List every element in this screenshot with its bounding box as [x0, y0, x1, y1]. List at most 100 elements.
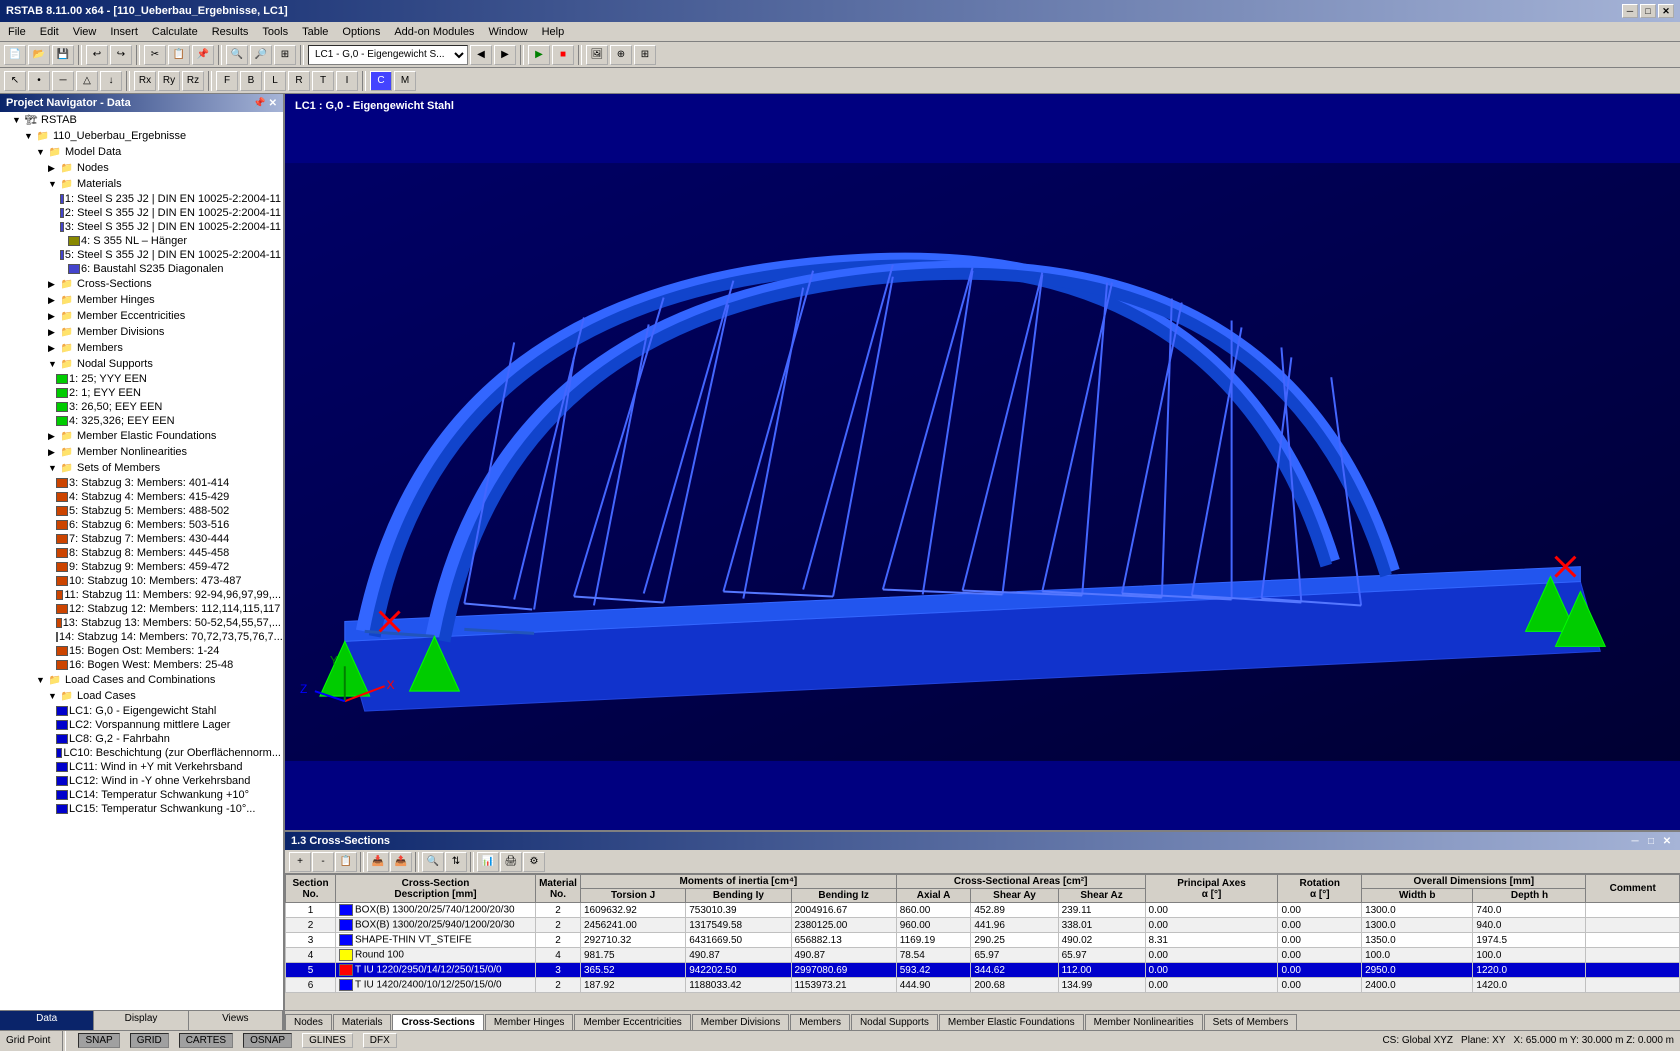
nav-tab-views[interactable]: Views: [189, 1011, 283, 1030]
menu-help[interactable]: Help: [536, 24, 571, 40]
menu-insert[interactable]: Insert: [104, 24, 144, 40]
tb2-back[interactable]: B: [240, 71, 262, 91]
tb2-left[interactable]: L: [264, 71, 286, 91]
tree-set-8[interactable]: 8: Stabzug 8: Members: 445-458: [0, 546, 283, 560]
tree-ns-4[interactable]: 4: 325,326; EEY EEN: [0, 414, 283, 428]
tb2-display-mode[interactable]: M: [394, 71, 416, 91]
tt-export[interactable]: 📤: [390, 852, 412, 872]
tb2-iso[interactable]: I: [336, 71, 358, 91]
menu-addon[interactable]: Add-on Modules: [388, 24, 480, 40]
tree-mat-6[interactable]: 6: Baustahl S235 Diagonalen: [0, 262, 283, 276]
tt-import[interactable]: 📥: [367, 852, 389, 872]
tb-save[interactable]: 💾: [52, 45, 74, 65]
tree-ns-2[interactable]: 2: 1; EYY EEN: [0, 386, 283, 400]
tree-set-12[interactable]: 12: Stabzug 12: Members: 112,114,115,117: [0, 602, 283, 616]
tree-lc14[interactable]: LC14: Temperatur Schwankung +10°: [0, 788, 283, 802]
dfx-btn[interactable]: DFX: [363, 1033, 397, 1048]
tb-axes[interactable]: ⊕: [610, 45, 632, 65]
tb-undo[interactable]: ↩: [86, 45, 108, 65]
osnap-btn[interactable]: OSNAP: [243, 1033, 292, 1048]
table-row[interactable]: 1 BOX(B) 1300/20/25/740/1200/20/30 2 160…: [286, 903, 1680, 918]
tb2-rotate-z[interactable]: Rz: [182, 71, 204, 91]
tree-member-divisions[interactable]: ▶ 📁 Member Divisions: [0, 324, 283, 340]
tt-delete-row[interactable]: -: [312, 852, 334, 872]
tb-copy[interactable]: 📋: [168, 45, 190, 65]
tree-load-cases-combinations[interactable]: ▼ 📁 Load Cases and Combinations: [0, 672, 283, 688]
tt-print[interactable]: 🖨: [500, 852, 522, 872]
nav-pin-btn[interactable]: 📌: [253, 98, 265, 109]
tree-set-13[interactable]: 13: Stabzug 13: Members: 50-52,54,55,57,…: [0, 616, 283, 630]
cs-tab-member-hinges[interactable]: Member Hinges: [485, 1014, 574, 1030]
tt-copy-row[interactable]: 📋: [335, 852, 357, 872]
cross-section-table[interactable]: SectionNo. Cross-SectionDescription [mm]…: [285, 874, 1680, 1010]
menu-tools[interactable]: Tools: [256, 24, 294, 40]
cs-tab-members[interactable]: Members: [790, 1014, 850, 1030]
tree-set-3[interactable]: 3: Stabzug 3: Members: 401-414: [0, 476, 283, 490]
cs-tab-sets-of-members[interactable]: Sets of Members: [1204, 1014, 1298, 1030]
tree-set-16[interactable]: 16: Bogen West: Members: 25-48: [0, 658, 283, 672]
tb-redo[interactable]: ↪: [110, 45, 132, 65]
tt-sort[interactable]: ⇅: [445, 852, 467, 872]
tree-mat-2[interactable]: 2: Steel S 355 J2 | DIN EN 10025-2:2004-…: [0, 206, 283, 220]
tree-mat-3[interactable]: 3: Steel S 355 J2 | DIN EN 10025-2:2004-…: [0, 220, 283, 234]
tree-model-data[interactable]: ▼ 📁 Model Data: [0, 144, 283, 160]
tree-member-nonlinearities[interactable]: ▶ 📁 Member Nonlinearities: [0, 444, 283, 460]
tb-render[interactable]: 🖼: [586, 45, 608, 65]
tree-load-cases[interactable]: ▼ 📁 Load Cases: [0, 688, 283, 704]
cs-tab-cross-sections[interactable]: Cross-Sections: [392, 1014, 483, 1030]
tree-lc10[interactable]: LC10: Beschichtung (zur Oberflächennorm.…: [0, 746, 283, 760]
tt-graph[interactable]: 📊: [477, 852, 499, 872]
tb2-member[interactable]: ─: [52, 71, 74, 91]
grid-btn[interactable]: GRID: [130, 1033, 169, 1048]
tree-sets-of-members[interactable]: ▼ 📁 Sets of Members: [0, 460, 283, 476]
cs-tab-nodal-supports[interactable]: Nodal Supports: [851, 1014, 938, 1030]
tb-zoom-in[interactable]: 🔍: [226, 45, 248, 65]
tree-project[interactable]: ▼ 📁 110_Ueberbau_Ergebnisse: [0, 128, 283, 144]
panel-minimize-btn[interactable]: ─: [1628, 834, 1642, 848]
tb2-support[interactable]: △: [76, 71, 98, 91]
cs-tab-member-divisions[interactable]: Member Divisions: [692, 1014, 789, 1030]
cs-tab-nodes[interactable]: Nodes: [285, 1014, 332, 1030]
tt-filter[interactable]: 🔍: [422, 852, 444, 872]
tree-set-11[interactable]: 11: Stabzug 11: Members: 92-94,96,97,99,…: [0, 588, 283, 602]
tb2-node[interactable]: •: [28, 71, 50, 91]
tt-settings[interactable]: ⚙: [523, 852, 545, 872]
tb2-rotate-y[interactable]: Ry: [158, 71, 180, 91]
tb2-load[interactable]: ↓: [100, 71, 122, 91]
tb-cut[interactable]: ✂: [144, 45, 166, 65]
tree-materials[interactable]: ▼ 📁 Materials: [0, 176, 283, 192]
tree-member-elastic-foundations[interactable]: ▶ 📁 Member Elastic Foundations: [0, 428, 283, 444]
tb-zoom-out[interactable]: 🔎: [250, 45, 272, 65]
snap-btn[interactable]: SNAP: [78, 1033, 119, 1048]
cartes-btn[interactable]: CARTES: [179, 1033, 233, 1048]
menu-calculate[interactable]: Calculate: [146, 24, 204, 40]
cs-tab-member-elastic-foundations[interactable]: Member Elastic Foundations: [939, 1014, 1084, 1030]
tree-set-7[interactable]: 7: Stabzug 7: Members: 430-444: [0, 532, 283, 546]
menu-window[interactable]: Window: [482, 24, 533, 40]
menu-options[interactable]: Options: [336, 24, 386, 40]
tree-member-eccentricities[interactable]: ▶ 📁 Member Eccentricities: [0, 308, 283, 324]
table-row[interactable]: 2 BOX(B) 1300/20/25/940/1200/20/30 2 245…: [286, 918, 1680, 933]
menu-view[interactable]: View: [67, 24, 103, 40]
tb2-top[interactable]: T: [312, 71, 334, 91]
tree-set-10[interactable]: 10: Stabzug 10: Members: 473-487: [0, 574, 283, 588]
tb-paste[interactable]: 📌: [192, 45, 214, 65]
tree-root[interactable]: ▼ 🏗 RSTAB: [0, 112, 283, 128]
minimize-btn[interactable]: ─: [1622, 4, 1638, 18]
tb-open[interactable]: 📂: [28, 45, 50, 65]
table-row[interactable]: 5 T IU 1220/2950/14/12/250/15/0/0 3 365.…: [286, 963, 1680, 978]
tb2-result-color[interactable]: C: [370, 71, 392, 91]
tree-mat-5[interactable]: 5: Steel S 355 J2 | DIN EN 10025-2:2004-…: [0, 248, 283, 262]
tb2-rotate-x[interactable]: Rx: [134, 71, 156, 91]
tree-lc2[interactable]: LC2: Vorspannung mittlere Lager: [0, 718, 283, 732]
tree-ns-1[interactable]: 1: 25; YYY EEN: [0, 372, 283, 386]
tree-lc11[interactable]: LC11: Wind in +Y mit Verkehrsband: [0, 760, 283, 774]
viewport-3d[interactable]: LC1 : G,0 - Eigengewicht Stahl: [285, 94, 1680, 830]
cs-tab-materials[interactable]: Materials: [333, 1014, 392, 1030]
panel-restore-btn[interactable]: □: [1644, 834, 1658, 848]
tb-run[interactable]: ▶: [528, 45, 550, 65]
panel-close-btn[interactable]: ✕: [1660, 834, 1674, 848]
tree-set-5[interactable]: 5: Stabzug 5: Members: 488-502: [0, 504, 283, 518]
tree-set-15[interactable]: 15: Bogen Ost: Members: 1-24: [0, 644, 283, 658]
tree-nodes[interactable]: ▶ 📁 Nodes: [0, 160, 283, 176]
